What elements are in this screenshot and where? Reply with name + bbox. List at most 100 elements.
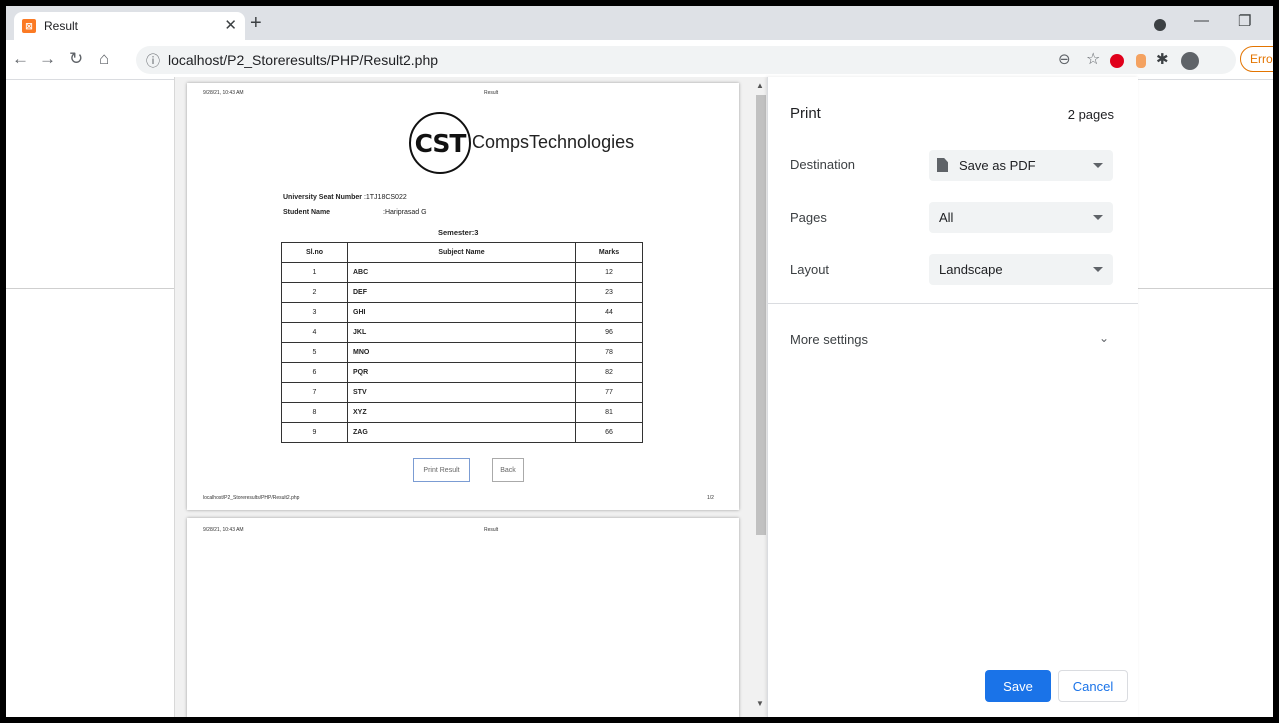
- marks-cell: 23: [575, 282, 643, 303]
- slno-cell: 4: [281, 322, 348, 343]
- subject-cell: ABC: [347, 262, 576, 283]
- table-row: 8 XYZ 81: [281, 402, 643, 423]
- subject-cell: PQR: [347, 362, 576, 383]
- scroll-down-icon[interactable]: ▼: [756, 699, 764, 708]
- page-count: 2 pages: [1067, 107, 1114, 122]
- new-tab-icon[interactable]: +: [250, 12, 262, 35]
- marks-cell: 81: [575, 402, 643, 423]
- table-row: 3 GHI 44: [281, 302, 643, 323]
- restore-icon[interactable]: ❐: [1238, 12, 1251, 30]
- xampp-icon: ⊠: [22, 19, 36, 33]
- marks-cell: 12: [575, 262, 643, 283]
- subject-cell: DEF: [347, 282, 576, 303]
- tab-strip: ⊠ Result ✕ + — ❐: [6, 6, 1273, 40]
- footer-url: localhost/P2_Storeresults/PHP/Result2.ph…: [203, 495, 300, 501]
- table-row: 9 ZAG 66: [281, 422, 643, 443]
- marks-cell: 44: [575, 302, 643, 323]
- puzzle-icon[interactable]: ✱: [1156, 50, 1169, 68]
- marks-table: Sl.no Subject Name Marks 1 ABC 12 2 DEF 23 3…: [281, 242, 643, 443]
- name-value: :Hariprasad G: [383, 209, 427, 216]
- marks-cell: 96: [575, 322, 643, 343]
- destination-value: Save as PDF: [959, 158, 1036, 173]
- subject-cell: MNO: [347, 342, 576, 363]
- pages-label: Pages: [790, 210, 827, 225]
- print-result-button: Print Result: [413, 458, 470, 482]
- preview-page-1: 9/28/21, 10:43 AM Result CST CompsTechno…: [187, 83, 739, 510]
- slno-cell: 1: [281, 262, 348, 283]
- marks-cell: 78: [575, 342, 643, 363]
- marks-cell: 82: [575, 362, 643, 383]
- dropdown-arrow-icon: [1093, 163, 1103, 168]
- layout-label: Layout: [790, 262, 830, 277]
- marks-cell: 77: [575, 382, 643, 403]
- seat-number-line: University Seat Number :1TJ18CS022: [283, 194, 407, 201]
- footer-page-number: 1/2: [707, 495, 714, 501]
- header-slno: Sl.no: [281, 242, 348, 263]
- semester-label: Semester:3: [438, 228, 479, 237]
- table-header-row: Sl.no Subject Name Marks: [281, 242, 643, 263]
- opera-extension-icon[interactable]: [1110, 54, 1124, 68]
- error-button[interactable]: Erro: [1240, 46, 1273, 72]
- subject-cell: STV: [347, 382, 576, 403]
- slno-cell: 3: [281, 302, 348, 323]
- table-row: 5 MNO 78: [281, 342, 643, 363]
- chevron-down-icon[interactable]: ⌄: [1099, 331, 1109, 345]
- zoom-icon[interactable]: ⊖: [1058, 50, 1071, 68]
- pages-value: All: [939, 210, 954, 225]
- dropdown-arrow-icon: [1093, 267, 1103, 272]
- print-preview: 9/28/21, 10:43 AM Result CST CompsTechno…: [174, 77, 767, 717]
- slno-cell: 8: [281, 402, 348, 423]
- subject-cell: JKL: [347, 322, 576, 343]
- destination-select[interactable]: Save as PDF: [929, 150, 1113, 181]
- print-settings-panel: Print 2 pages Destination Save as PDF Pa…: [767, 77, 1138, 717]
- profile-dot-icon[interactable]: [1154, 19, 1166, 31]
- tab-title: Result: [44, 19, 79, 33]
- header-date: 9/28/21, 10:43 AM: [203, 527, 244, 533]
- student-name-line: Student Name :Hariprasad G: [283, 209, 427, 216]
- cancel-button[interactable]: Cancel: [1058, 670, 1128, 702]
- back-icon[interactable]: ←: [12, 49, 29, 69]
- address-bar[interactable]: ⓘ localhost/P2_Storeresults/PHP/Result2.…: [136, 46, 1236, 74]
- preview-scrollbar[interactable]: ▲ ▼: [754, 77, 767, 717]
- preview-page-2: 9/28/21, 10:43 AM Result: [187, 518, 739, 717]
- scroll-thumb[interactable]: [756, 95, 766, 535]
- table-row: 7 STV 77: [281, 382, 643, 403]
- tab-result[interactable]: ⊠ Result ✕: [14, 12, 245, 40]
- logo-text: CompsTechnologies: [472, 132, 635, 152]
- browser-toolbar: ← → ↻ ⌂ ⓘ localhost/P2_Storeresults/PHP/…: [6, 40, 1273, 80]
- subject-cell: ZAG: [347, 422, 576, 443]
- marks-cell: 66: [575, 422, 643, 443]
- print-title: Print: [790, 105, 821, 122]
- site-info-icon[interactable]: ⓘ: [146, 51, 160, 71]
- bookmark-star-icon[interactable]: ☆: [1086, 49, 1100, 69]
- table-row: 1 ABC 12: [281, 262, 643, 283]
- document-icon: [937, 158, 948, 172]
- layout-select[interactable]: Landscape: [929, 254, 1113, 285]
- more-settings-toggle[interactable]: More settings: [790, 332, 868, 347]
- forward-icon[interactable]: →: [39, 49, 56, 69]
- save-button[interactable]: Save: [985, 670, 1051, 702]
- table-row: 2 DEF 23: [281, 282, 643, 303]
- extension-icon[interactable]: [1136, 54, 1146, 68]
- reload-icon[interactable]: ↻: [69, 49, 83, 69]
- url-text[interactable]: localhost/P2_Storeresults/PHP/Result2.ph…: [168, 52, 438, 68]
- slno-cell: 7: [281, 382, 348, 403]
- close-tab-icon[interactable]: ✕: [224, 16, 237, 34]
- subject-cell: GHI: [347, 302, 576, 323]
- header-marks: Marks: [575, 242, 643, 263]
- home-icon[interactable]: ⌂: [99, 49, 109, 69]
- slno-cell: 6: [281, 362, 348, 383]
- divider: [768, 303, 1138, 304]
- slno-cell: 9: [281, 422, 348, 443]
- scroll-up-icon[interactable]: ▲: [756, 81, 764, 90]
- table-row: 4 JKL 96: [281, 322, 643, 343]
- slno-cell: 5: [281, 342, 348, 363]
- dropdown-arrow-icon: [1093, 215, 1103, 220]
- avatar[interactable]: [1181, 52, 1199, 70]
- minimize-icon[interactable]: —: [1194, 12, 1209, 29]
- destination-label: Destination: [790, 157, 856, 172]
- table-row: 6 PQR 82: [281, 362, 643, 383]
- header-title: Result: [484, 90, 499, 96]
- pages-select[interactable]: All: [929, 202, 1113, 233]
- back-button: Back: [492, 458, 524, 482]
